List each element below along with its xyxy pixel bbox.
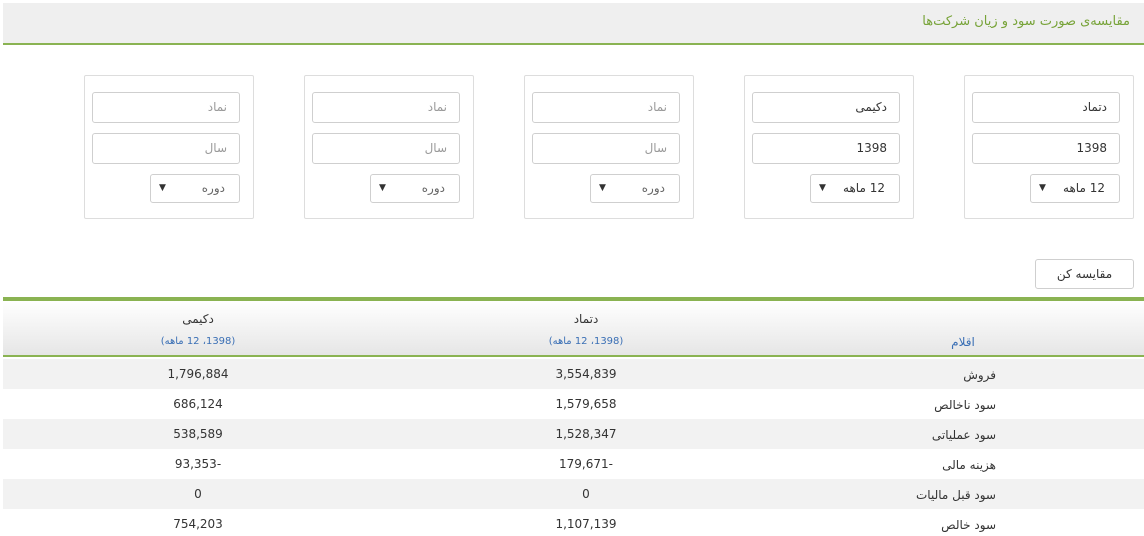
chevron-down-icon: ▼: [379, 183, 386, 193]
period-select-value: دوره: [201, 181, 225, 195]
period-select[interactable]: 12 ماهه ▼: [810, 174, 900, 203]
row-value-company-1: 0: [582, 487, 590, 501]
symbol-input[interactable]: نماد: [312, 92, 460, 123]
table-header: دتماد (1398، 12 ماهه) دکیمی (1398، 12 ما…: [3, 301, 1144, 357]
row-value-company-2: 0: [194, 487, 202, 501]
company-card-1: دتماد 1398 12 ماهه ▼: [964, 75, 1134, 219]
company-card-5: نماد سال دوره ▼: [84, 75, 254, 219]
period-select-value: دوره: [641, 181, 665, 195]
period-select-value: دوره: [421, 181, 445, 195]
column-header-company-2: دکیمی: [182, 312, 214, 326]
column-subheader-company-1[interactable]: (1398، 12 ماهه): [486, 336, 686, 347]
table-row: سود عملیاتی 1,528,347 538,589: [3, 419, 1144, 449]
row-label: سود قبل مالیات: [916, 488, 996, 502]
chevron-down-icon: ▼: [819, 183, 826, 193]
year-input[interactable]: 1398: [752, 133, 900, 164]
row-value-company-2: 686,124: [173, 397, 223, 411]
chevron-down-icon: ▼: [159, 183, 166, 193]
row-label: سود ناخالص: [934, 398, 996, 412]
row-value-company-1: 179,671-: [559, 457, 613, 471]
period-select-value: 12 ماهه: [843, 181, 885, 195]
symbol-input[interactable]: نماد: [532, 92, 680, 123]
row-value-company-2: 1,796,884: [167, 367, 229, 381]
period-select[interactable]: دوره ▼: [150, 174, 240, 203]
row-value-company-1: 1,107,139: [555, 517, 617, 531]
row-label: سود خالص: [941, 518, 996, 532]
year-input[interactable]: 1398: [972, 133, 1120, 164]
symbol-input[interactable]: نماد: [92, 92, 240, 123]
period-select-value: 12 ماهه: [1063, 181, 1105, 195]
row-value-company-2: 754,203: [173, 517, 223, 531]
period-select[interactable]: دوره ▼: [590, 174, 680, 203]
chevron-down-icon: ▼: [599, 183, 606, 193]
symbol-input[interactable]: دتماد: [972, 92, 1120, 123]
table-row: سود ناخالص 1,579,658 686,124: [3, 389, 1144, 419]
table-row: فروش 3,554,839 1,796,884: [3, 359, 1144, 389]
period-select[interactable]: 12 ماهه ▼: [1030, 174, 1120, 203]
period-select[interactable]: دوره ▼: [370, 174, 460, 203]
compare-button[interactable]: مقایسه کن: [1035, 259, 1134, 289]
row-value-company-1: 1,579,658: [555, 397, 617, 411]
row-label: هزینه مالی: [942, 458, 996, 472]
column-subheader-company-2[interactable]: (1398، 12 ماهه): [98, 336, 298, 347]
year-input[interactable]: سال: [532, 133, 680, 164]
row-label: فروش: [963, 368, 996, 382]
row-value-company-1: 3,554,839: [555, 367, 617, 381]
row-value-company-2: 538,589: [173, 427, 223, 441]
column-header-items[interactable]: اقلام: [933, 335, 993, 349]
row-value-company-1: 1,528,347: [555, 427, 617, 441]
chevron-down-icon: ▼: [1039, 183, 1046, 193]
company-card-3: نماد سال دوره ▼: [524, 75, 694, 219]
page-title: مقایسه‌ی صورت سود و زیان شرکت‌ها: [922, 14, 1130, 29]
symbol-input[interactable]: دکیمی: [752, 92, 900, 123]
table-row: هزینه مالی 179,671- 93,353-: [3, 449, 1144, 479]
company-card-4: نماد سال دوره ▼: [304, 75, 474, 219]
year-input[interactable]: سال: [92, 133, 240, 164]
year-input[interactable]: سال: [312, 133, 460, 164]
column-header-company-1: دتماد: [573, 312, 599, 326]
table-row: سود قبل مالیات 0 0: [3, 479, 1144, 509]
table-row: سود خالص 1,107,139 754,203: [3, 509, 1144, 536]
row-label: سود عملیاتی: [931, 428, 996, 442]
page-header: مقایسه‌ی صورت سود و زیان شرکت‌ها: [3, 3, 1144, 45]
company-card-2: دکیمی 1398 12 ماهه ▼: [744, 75, 914, 219]
row-value-company-2: 93,353-: [174, 457, 222, 471]
